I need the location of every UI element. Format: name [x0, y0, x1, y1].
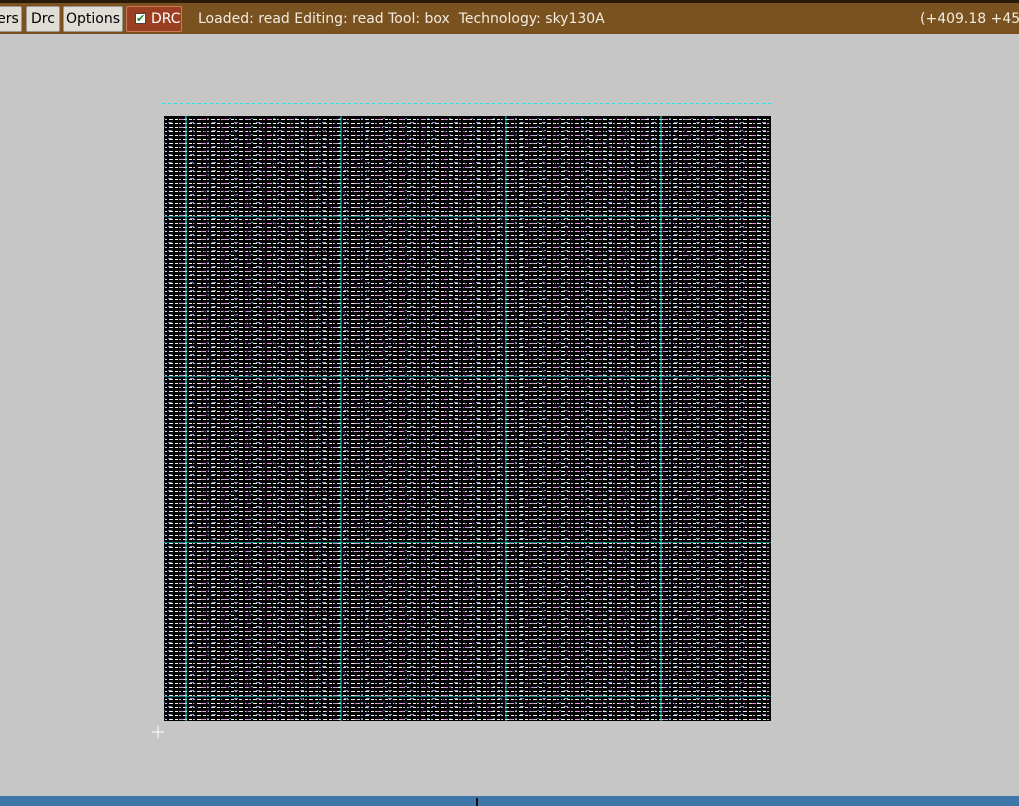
drc-toggle-label: DRC — [151, 11, 181, 27]
bottom-bar-marker — [476, 798, 478, 806]
bottom-bar — [0, 796, 1019, 806]
cell-core — [164, 116, 771, 721]
drc-menu-button[interactable]: Drc — [26, 6, 60, 32]
drc-toggle-button[interactable]: ✔ DRC — [126, 6, 182, 32]
layout-drawing — [152, 102, 774, 738]
status-text: Loaded: read Editing: read Tool: box Tec… — [198, 11, 605, 27]
options-menu-button[interactable]: Options — [63, 6, 123, 32]
drc-checkbox-icon[interactable]: ✔ — [135, 13, 146, 24]
cursor-coordinates: (+409.18 +459 — [920, 11, 1019, 27]
layers-menu-button[interactable]: ers — [0, 6, 22, 32]
layout-canvas[interactable] — [0, 34, 1019, 796]
menu-bar: ers Drc Options ✔ DRC Loaded: read Editi… — [0, 3, 1019, 34]
